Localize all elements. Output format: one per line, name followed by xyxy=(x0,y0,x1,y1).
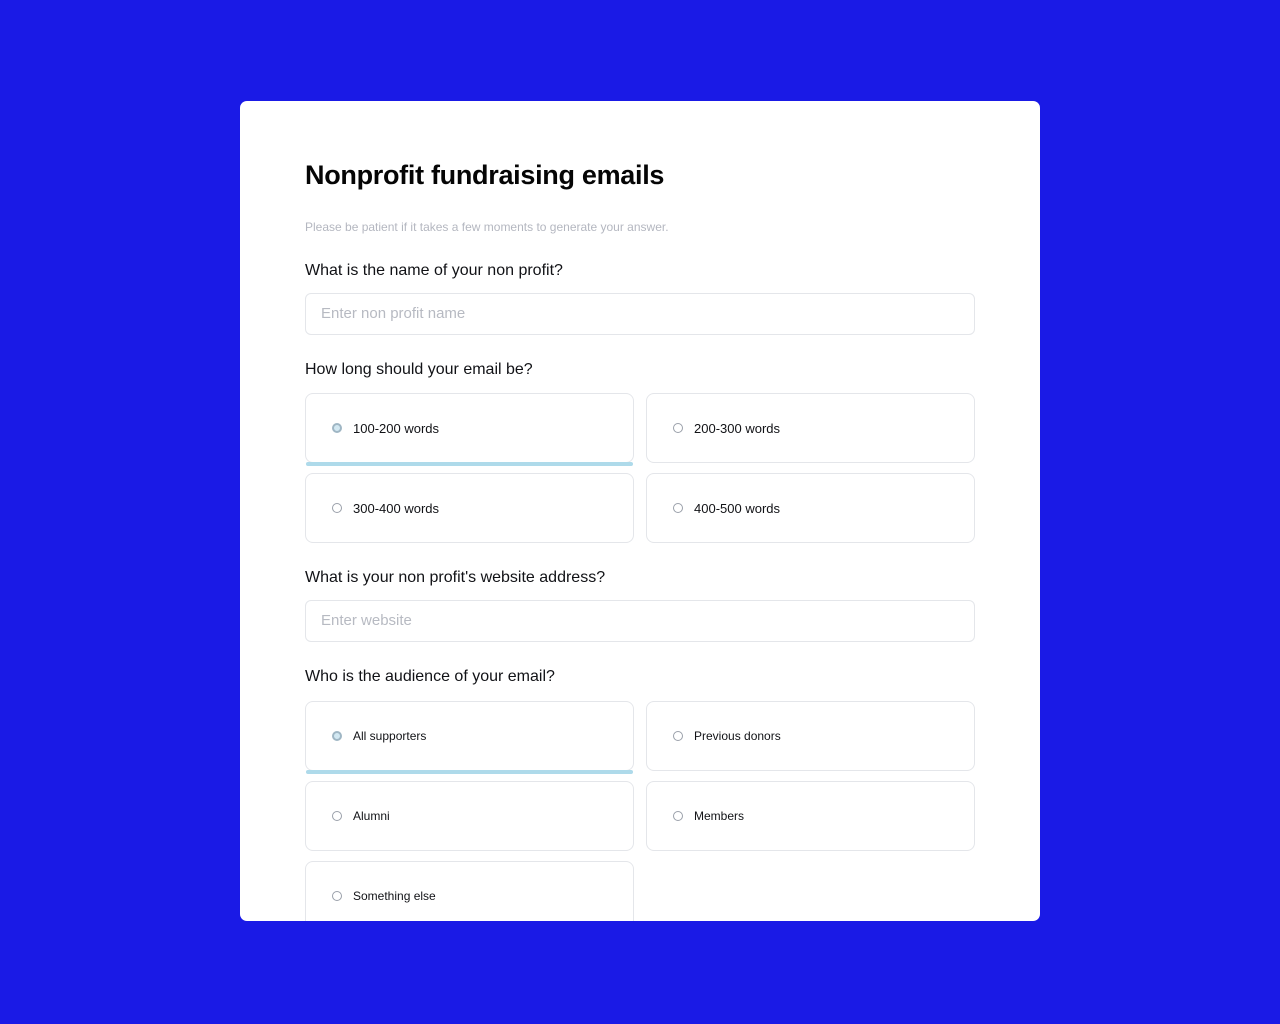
page-background: Nonprofit fundraising emails Please be p… xyxy=(0,0,1280,1024)
option-label: 100-200 words xyxy=(353,420,439,436)
option-card-members[interactable]: Members xyxy=(646,780,975,851)
option-card-something-else[interactable]: Something else xyxy=(305,860,634,921)
form-content: Nonprofit fundraising emails Please be p… xyxy=(240,101,1040,921)
radio-icon xyxy=(332,890,342,901)
option-label: 200-300 words xyxy=(694,420,780,436)
radio-icon xyxy=(332,810,342,821)
option-card-100-200-words[interactable]: 100-200 words xyxy=(305,393,634,467)
field-label-audience: Who is the audience of your email? xyxy=(305,667,555,685)
option-card-alumni[interactable]: Alumni xyxy=(305,780,634,851)
field-label-nonprofit-name: What is the name of your non profit? xyxy=(305,262,563,280)
field-website-address: What is your non profit's website addres… xyxy=(305,567,975,642)
option-label: Alumni xyxy=(353,808,390,823)
radio-icon xyxy=(673,730,683,741)
field-label-email-length: How long should your email be? xyxy=(305,360,533,378)
field-email-length: How long should your email be? 100-200 w… xyxy=(305,359,975,544)
radio-icon xyxy=(673,810,683,821)
radio-icon xyxy=(673,503,683,514)
nonprofit-name-input[interactable] xyxy=(305,292,975,335)
email-length-options: 100-200 words 200-300 words 300-400 word… xyxy=(305,393,975,544)
option-label: Members xyxy=(694,808,745,823)
field-label-website-address: What is your non profit's website addres… xyxy=(305,569,606,587)
option-label: 400-500 words xyxy=(694,500,780,516)
option-card-200-300-words[interactable]: 200-300 words xyxy=(646,393,975,464)
radio-icon-selected xyxy=(332,730,342,741)
website-address-input[interactable] xyxy=(305,599,975,642)
radio-icon xyxy=(673,423,683,434)
radio-icon xyxy=(332,503,342,514)
field-audience: Who is the audience of your email? All s… xyxy=(305,666,975,921)
field-nonprofit-name: What is the name of your non profit? xyxy=(305,260,975,335)
radio-icon-selected xyxy=(332,423,342,434)
option-card-previous-donors[interactable]: Previous donors xyxy=(646,700,975,771)
option-label: 300-400 words xyxy=(353,500,439,516)
audience-options: All supporters Previous donors Alumni Me… xyxy=(305,700,975,921)
form-subtitle: Please be patient if it takes a few mome… xyxy=(305,220,669,235)
option-label: Previous donors xyxy=(694,728,781,743)
option-card-300-400-words[interactable]: 300-400 words xyxy=(305,473,634,544)
option-card-all-supporters[interactable]: All supporters xyxy=(305,700,634,774)
option-label: Something else xyxy=(353,888,436,903)
page-title: Nonprofit fundraising emails xyxy=(305,160,665,190)
form-panel: Nonprofit fundraising emails Please be p… xyxy=(240,101,1040,921)
option-label: All supporters xyxy=(353,728,427,743)
option-card-400-500-words[interactable]: 400-500 words xyxy=(646,473,975,544)
